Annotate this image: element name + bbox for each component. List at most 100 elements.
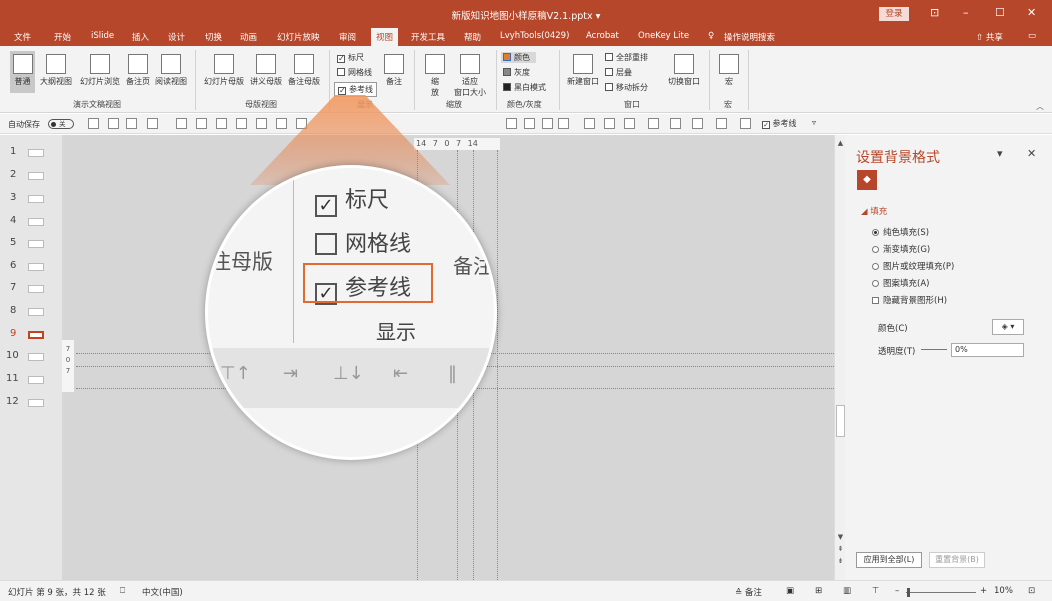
scroll-down-icon[interactable]: ▼ [836, 533, 845, 541]
distribute-icon[interactable] [196, 118, 207, 129]
reset-background-button[interactable]: 重置背景(B) [929, 552, 985, 568]
zoom-in-icon[interactable]: + [980, 586, 987, 596]
color-button[interactable]: 颜色 [501, 52, 536, 63]
slide-thumbnail[interactable]: 7 [0, 279, 62, 297]
slide-thumbnail[interactable]: 8 [0, 302, 62, 320]
tab-file[interactable]: 文件 [14, 31, 31, 43]
shape-fill-icon[interactable] [524, 118, 535, 129]
tab-onekey[interactable]: OneKey Lite [638, 31, 689, 41]
slide-thumbnail[interactable]: 10 [0, 347, 62, 365]
tab-islide[interactable]: iSlide [91, 31, 114, 41]
zoom-button[interactable]: 缩 放 [423, 54, 447, 98]
slide-thumbnail[interactable]: 2 [0, 166, 62, 184]
notes-toggle[interactable]: ≙ 备注 [735, 586, 762, 598]
eyedropper-icon[interactable] [624, 118, 635, 129]
slide-thumbnail[interactable]: 4 [0, 212, 62, 230]
collapse-ribbon-icon[interactable]: ︿ [1036, 101, 1044, 112]
maximize-icon[interactable]: ☐ [995, 6, 1005, 19]
slide-master-button[interactable]: 幻灯片母版 [202, 54, 246, 87]
black-white-button[interactable]: 黑白模式 [503, 82, 546, 93]
move-split-button[interactable]: 移动拆分 [605, 82, 648, 93]
text-color-icon[interactable] [558, 118, 569, 129]
slide-thumbnail[interactable]: 12 [0, 393, 62, 411]
sorter-view-status-icon[interactable]: ⊞ [815, 586, 822, 596]
reading-view-status-icon[interactable]: ▥ [843, 586, 851, 596]
login-button[interactable]: 登录 [879, 7, 909, 21]
language-indicator[interactable]: 中文(中国) [142, 586, 183, 598]
accessibility-icon[interactable]: ⎕ [120, 586, 125, 596]
hide-background-checkbox[interactable]: 隐藏背景图形(H) [872, 294, 947, 306]
slide-sorter-button[interactable]: 幻灯片浏览 [77, 54, 123, 87]
tab-home[interactable]: 开始 [54, 31, 71, 43]
tab-developer[interactable]: 开发工具 [411, 31, 445, 43]
normal-view-status-icon[interactable]: ▣ [786, 586, 794, 596]
slide-thumbnail[interactable]: 11 [0, 370, 62, 388]
notes-button[interactable]: 备注 [381, 54, 407, 87]
next-slide-icon[interactable]: ⇟ [836, 557, 845, 565]
prev-slide-icon[interactable]: ⇞ [836, 545, 845, 553]
transparency-slider[interactable] [921, 349, 947, 350]
slide-thumbnail-active[interactable]: 9 [0, 325, 62, 343]
scrollbar-thumb[interactable] [836, 405, 845, 437]
font-color-icon[interactable] [147, 118, 158, 129]
star-icon[interactable] [670, 118, 681, 129]
outline-view-button[interactable]: 大纲视图 [38, 54, 74, 87]
zoom-slider[interactable] [906, 592, 976, 593]
pane-options-icon[interactable]: ▾ [997, 147, 1003, 160]
fit-slide-icon[interactable]: ⊡ [1028, 586, 1035, 596]
fit-window-button[interactable]: 适应 窗口大小 [450, 54, 490, 98]
save-icon[interactable] [88, 118, 99, 129]
guides-quick-checkbox[interactable]: ✓ 参考线 [762, 118, 797, 129]
zoom-slider-thumb[interactable] [907, 588, 910, 597]
share-button[interactable]: ⇧ 共享 [976, 31, 1003, 43]
gradient-fill-radio[interactable]: 渐变填充(G) [872, 243, 930, 255]
tab-animations[interactable]: 动画 [240, 31, 257, 43]
scroll-up-icon[interactable]: ▲ [836, 139, 845, 147]
notes-master-button[interactable]: 备注母版 [286, 54, 322, 87]
search-box[interactable]: 操作说明搜索 [724, 31, 775, 43]
transparency-input[interactable]: 0% [951, 343, 1024, 357]
format-painter-icon[interactable] [604, 118, 615, 129]
handout-master-button[interactable]: 讲义母版 [248, 54, 284, 87]
theme-color-icon[interactable] [126, 118, 137, 129]
shape-outline-icon[interactable] [506, 118, 517, 129]
zoom-out-icon[interactable]: – [895, 586, 899, 596]
arrange-all-button[interactable]: 全部重排 [605, 52, 648, 63]
shape-effects-icon[interactable] [542, 118, 553, 129]
slideshow-status-icon[interactable]: ⊤ [872, 586, 879, 596]
rotate-icon[interactable] [692, 118, 703, 129]
tab-lvyhtools[interactable]: LvyhTools(0429) [500, 31, 569, 41]
autosave-toggle[interactable]: 关 [48, 119, 74, 129]
tab-acrobat[interactable]: Acrobat [586, 31, 619, 41]
ruler-checkbox[interactable]: ✓ 标尺 [337, 52, 364, 63]
notes-page-button[interactable]: 备注页 [124, 54, 152, 87]
tab-slideshow[interactable]: 幻灯片放映 [277, 31, 320, 43]
macros-button[interactable]: 宏 [717, 54, 741, 87]
tab-transitions[interactable]: 切换 [205, 31, 222, 43]
slide-thumbnail[interactable]: 5 [0, 234, 62, 252]
tab-help[interactable]: 帮助 [464, 31, 481, 43]
switch-window-button[interactable]: 切换窗口 [665, 54, 703, 87]
vertical-guide[interactable] [497, 150, 498, 580]
grayscale-button[interactable]: 灰度 [503, 67, 530, 78]
tab-design[interactable]: 设计 [168, 31, 185, 43]
align-left-icon[interactable] [216, 118, 227, 129]
zoom-level[interactable]: 10% [994, 586, 1013, 596]
apply-to-all-button[interactable]: 应用到全部(L) [856, 552, 922, 568]
cascade-button[interactable]: 层叠 [605, 67, 632, 78]
normal-view-button[interactable]: 普通 [10, 51, 35, 93]
pane-close-icon[interactable]: ✕ [1027, 147, 1036, 160]
pin-icon[interactable] [648, 118, 659, 129]
vertical-scrollbar[interactable]: ▲ ▼ ⇞ ⇟ [834, 135, 845, 580]
close-icon[interactable]: ✕ [1027, 6, 1036, 19]
color-picker-button[interactable]: ◈ ▾ [992, 319, 1024, 335]
solid-fill-radio[interactable]: 纯色填充(S) [872, 226, 929, 238]
fill-bucket-icon[interactable]: ◆ [857, 170, 877, 190]
fill-section-header[interactable]: ◢ 填充 [861, 205, 887, 217]
gridlines-checkbox[interactable]: 网格线 [337, 67, 372, 78]
comments-icon[interactable]: ▭ [1028, 31, 1036, 41]
highlight-icon[interactable] [584, 118, 595, 129]
tab-review[interactable]: 审阅 [339, 31, 356, 43]
tab-view[interactable]: 视图 [371, 28, 399, 46]
minimize-icon[interactable]: – [963, 6, 969, 19]
